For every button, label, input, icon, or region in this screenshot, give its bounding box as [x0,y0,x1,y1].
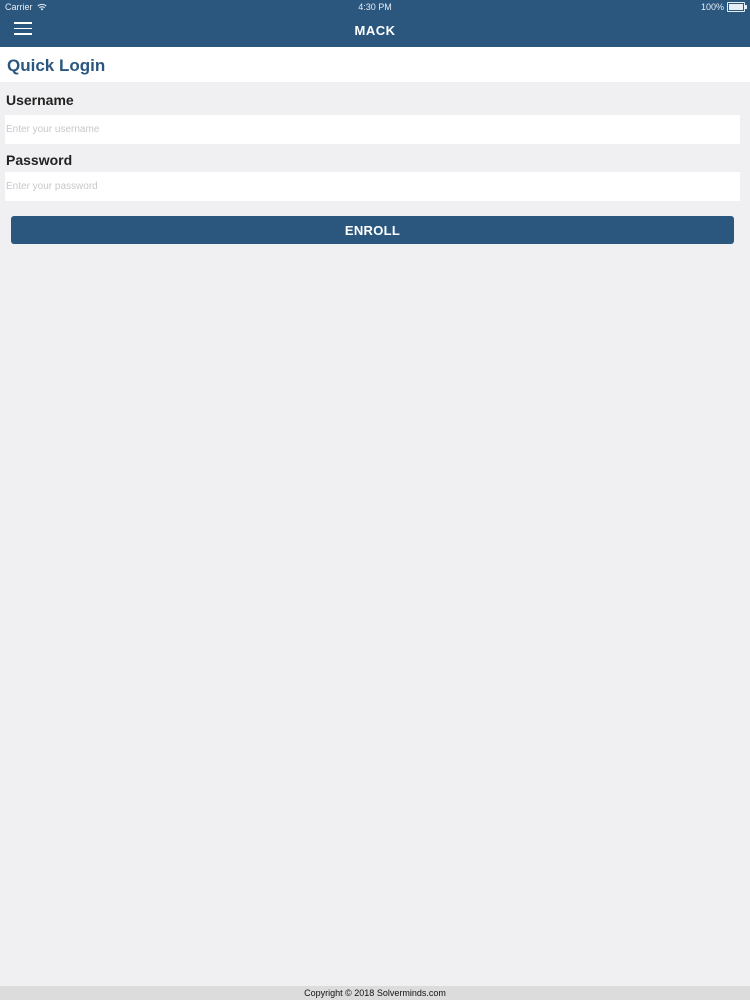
password-field[interactable] [5,172,740,201]
battery-percent: 100% [700,2,724,12]
app-header: Carrier 4:30 PM 100% MACK [0,0,750,47]
username-field[interactable] [5,115,740,144]
username-label: Username [6,92,74,108]
status-bar: Carrier 4:30 PM 100% [0,0,750,14]
password-label: Password [6,152,73,168]
app-title: MACK [354,23,396,38]
page-title: Quick Login [7,56,106,75]
copyright-text: Copyright © 2018 Solverminds.com [304,988,446,998]
status-time: 4:30 PM [358,2,392,12]
navigation-bar: MACK [0,14,750,47]
battery-indicator: 100% [700,2,747,12]
section-header: Quick Login [0,47,750,82]
footer: Copyright © 2018 Solverminds.com [0,986,750,1000]
enroll-button[interactable]: ENROLL [11,216,734,244]
battery-icon [727,2,747,12]
battery-fill [729,4,743,10]
